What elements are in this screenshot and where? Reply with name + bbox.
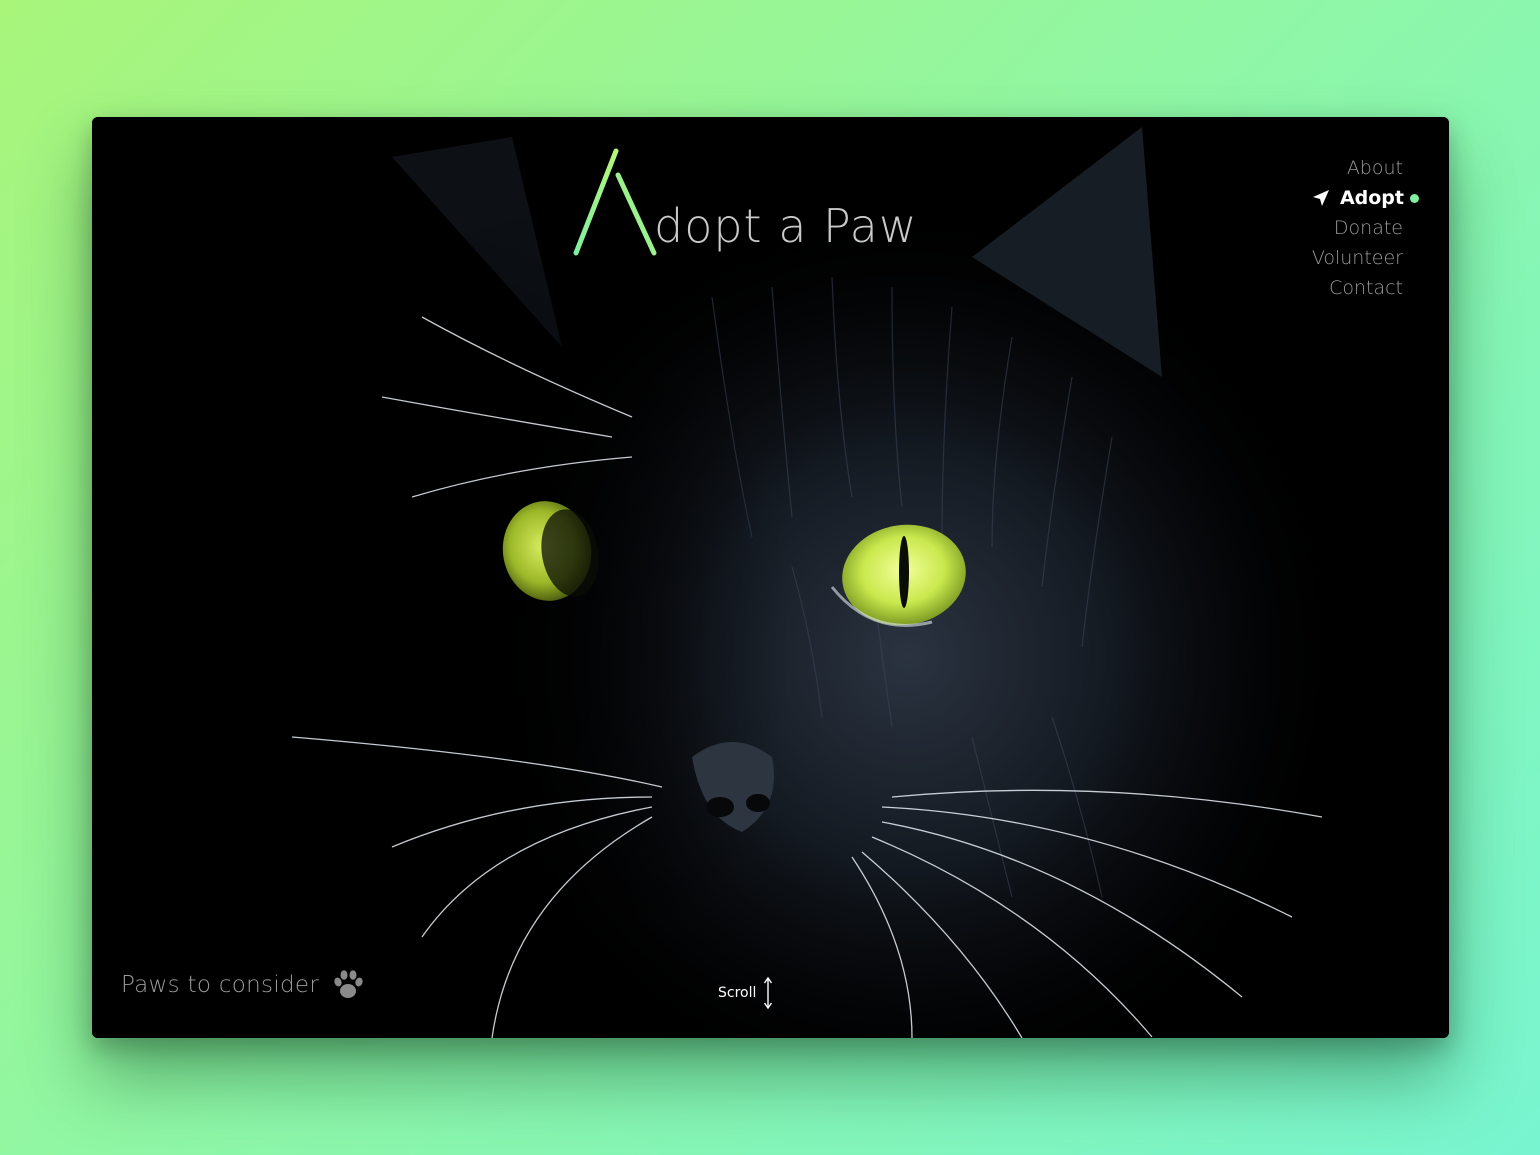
nav-item-adopt[interactable]: Adopt (1312, 183, 1419, 213)
scroll-hint[interactable]: Scroll (718, 976, 774, 1010)
nav-label-about: About (1346, 157, 1403, 179)
nav-label-donate: Donate (1333, 217, 1403, 239)
nav-label-adopt: Adopt (1339, 187, 1404, 209)
tagline-block[interactable]: Paws to consider (121, 968, 365, 1002)
vertical-arrows-icon (764, 976, 773, 1010)
brand-logo[interactable]: dopt a Paw (570, 145, 918, 257)
scroll-label: Scroll (718, 985, 757, 1001)
nav-item-contact[interactable]: Contact (1312, 273, 1419, 303)
nav-item-volunteer[interactable]: Volunteer (1312, 243, 1419, 273)
nav-item-about[interactable]: About (1312, 153, 1419, 183)
main-nav: About Adopt Donate Volunteer Contact (1312, 153, 1419, 303)
navigation-arrow-icon (1312, 190, 1329, 206)
paw-icon (334, 970, 363, 998)
nav-label-contact: Contact (1329, 277, 1403, 299)
brand-title: dopt a Paw (654, 199, 918, 253)
nav-item-donate[interactable]: Donate (1312, 213, 1419, 243)
tagline: Paws to consider (121, 972, 320, 998)
browser-window: dopt a Paw About Adopt Donate Volunteer … (92, 117, 1449, 1038)
nav-label-volunteer: Volunteer (1311, 247, 1403, 269)
a-chevron-logo-icon (573, 148, 657, 256)
active-dot-indicator (1410, 193, 1419, 203)
